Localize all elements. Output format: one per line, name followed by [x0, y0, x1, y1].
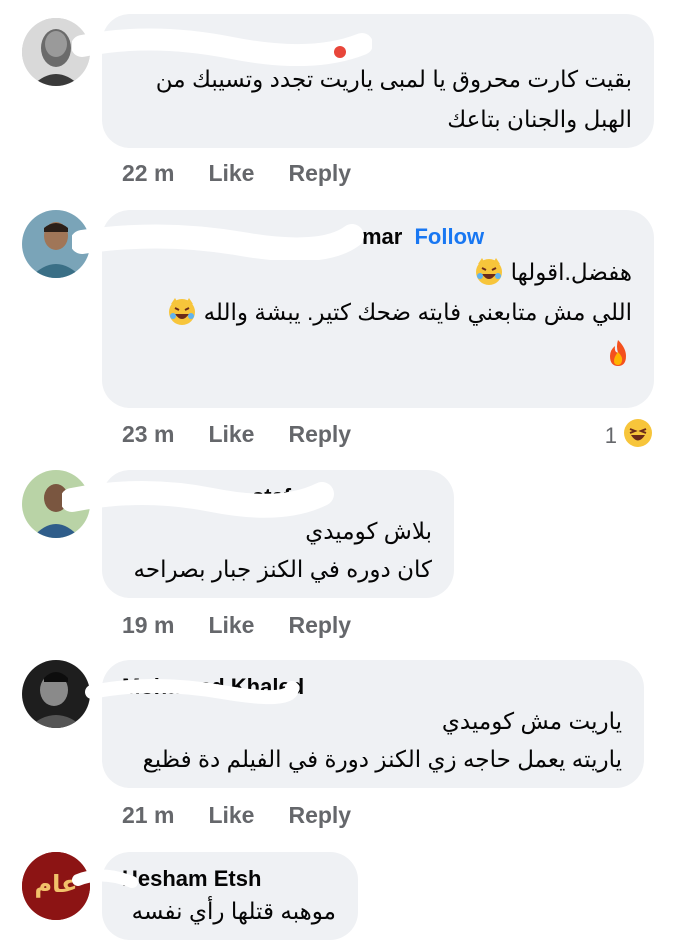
comment-text: بقيت كارت محروق يا لمبى ياريت تجدد وتسيب…	[155, 66, 632, 92]
comment-text: الهبل والجنان بتاعك	[447, 106, 632, 132]
like-button[interactable]: Like	[208, 160, 254, 187]
comment-bubble: Mohamed Khaled ياريت مش كوميدي ياريته يع…	[85, 660, 644, 788]
comment-text: بلاش كوميدي	[305, 518, 432, 544]
comment-actions: 19 m Like Reply	[122, 612, 351, 639]
reaction-summary[interactable]: 1	[605, 418, 653, 454]
laughing-reaction-icon	[623, 418, 653, 454]
comment-bubble: stafa بلاش كوميدي كان دوره في الكنز جبار…	[62, 470, 454, 598]
redaction-scribble	[72, 869, 138, 888]
comment-actions: 22 m Like Reply	[122, 160, 351, 187]
reply-button[interactable]: Reply	[288, 802, 351, 829]
timestamp[interactable]: 21 m	[122, 802, 174, 829]
laughing-crying-cat-emoji	[167, 296, 197, 332]
comment-bubble: mar Follow هفضل.اقولها اللي مش متابعني ف…	[72, 210, 654, 408]
laughing-crying-cat-emoji	[474, 256, 504, 292]
timestamp[interactable]: 19 m	[122, 612, 174, 639]
avatar[interactable]	[22, 660, 90, 728]
comment-text: موهبه قتلها رأي نفسه	[131, 898, 336, 924]
comment-text: ياريته يعمل حاجه زي الكنز دورة في الفيلم…	[142, 746, 622, 772]
reply-button[interactable]: Reply	[288, 421, 351, 448]
comment-text: اللي مش متابعني فايته ضحك كتير. يبشة وال…	[167, 296, 632, 332]
redaction-scribble	[62, 481, 334, 518]
reaction-count: 1	[604, 423, 617, 448]
follow-button[interactable]: Follow	[414, 224, 484, 249]
timestamp[interactable]: 23 m	[122, 421, 174, 448]
comment-text: هفضل.اقولها	[474, 256, 632, 292]
comment-bubble: Hesham Etsh موهبه قتلها رأي نفسه	[72, 852, 358, 940]
redaction-scribble	[72, 28, 372, 66]
redaction-scribble	[85, 679, 299, 705]
like-button[interactable]: Like	[208, 421, 254, 448]
reply-button[interactable]: Reply	[288, 160, 351, 187]
like-button[interactable]: Like	[208, 802, 254, 829]
comment-actions: 21 m Like Reply	[122, 802, 351, 829]
redaction-scribble	[72, 224, 364, 260]
comment-actions: 23 m Like Reply	[122, 421, 351, 448]
comment-text: كان دوره في الكنز جبار بصراحه	[133, 556, 432, 582]
comment-bubble: بقيت كارت محروق يا لمبى ياريت تجدد وتسيب…	[72, 14, 654, 148]
timestamp[interactable]: 22 m	[122, 160, 174, 187]
like-button[interactable]: Like	[208, 612, 254, 639]
comment-text: ياريت مش كوميدي	[441, 708, 622, 734]
fire-emoji	[604, 338, 632, 374]
reply-button[interactable]: Reply	[288, 612, 351, 639]
comment-text	[604, 338, 632, 374]
